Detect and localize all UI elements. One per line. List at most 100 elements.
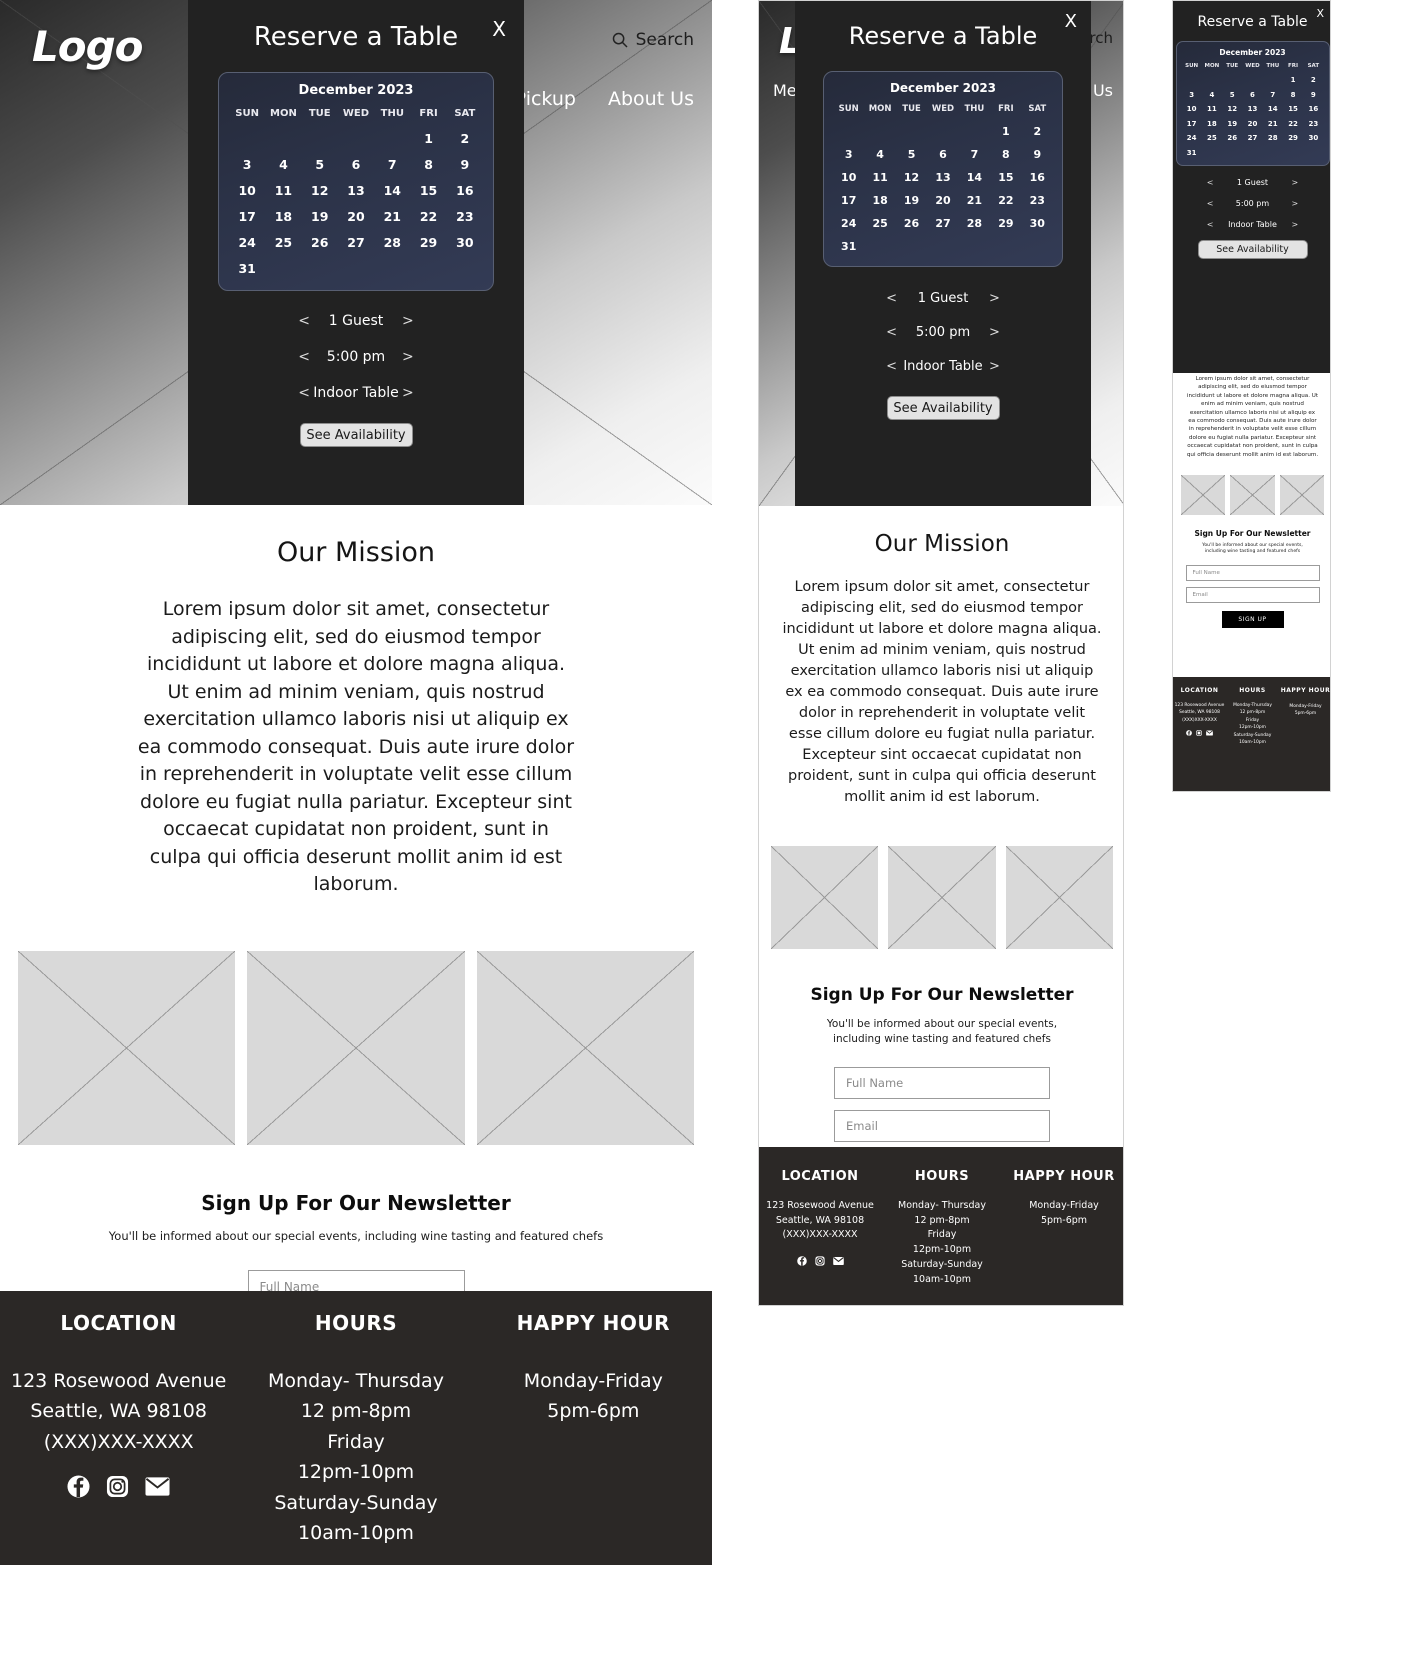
chevron-left-icon-guests[interactable]: <	[298, 313, 310, 329]
calendar-day-19[interactable]: 19	[1222, 120, 1242, 128]
calendar-day-2[interactable]: 2	[1303, 76, 1323, 84]
tablet-instagram-icon[interactable]	[814, 1256, 825, 1266]
chevron-left-icon-time[interactable]: <	[298, 349, 310, 365]
calendar-day-26[interactable]: 26	[302, 235, 338, 250]
calendar-day-22[interactable]: 22	[990, 194, 1021, 207]
calendar-day-17[interactable]: 17	[833, 194, 864, 207]
see-availability-button[interactable]: See Availability	[299, 423, 413, 447]
calendar-day-4[interactable]: 4	[1202, 91, 1222, 99]
chevron-right-icon-guests[interactable]: >	[1292, 178, 1299, 187]
calendar-day-29[interactable]: 29	[990, 217, 1021, 230]
calendar-day-27[interactable]: 27	[338, 235, 374, 250]
calendar-day-8[interactable]: 8	[410, 157, 446, 172]
calendar-day-10[interactable]: 10	[833, 171, 864, 184]
mobile-signup-button[interactable]: SIGN UP	[1221, 610, 1284, 628]
chevron-left-icon-guests[interactable]: <	[1207, 178, 1214, 187]
calendar-day-29[interactable]: 29	[1283, 134, 1303, 142]
calendar-day-24[interactable]: 24	[833, 217, 864, 230]
tablet-see-availability-button[interactable]: See Availability	[886, 396, 1000, 420]
calendar-day-5[interactable]: 5	[896, 148, 927, 161]
mobile-facebook-icon[interactable]	[1186, 730, 1192, 737]
chevron-right-icon-time[interactable]: >	[402, 349, 414, 365]
calendar-day-16[interactable]: 16	[1303, 105, 1323, 113]
chevron-right-icon-time[interactable]: >	[989, 325, 1000, 340]
calendar-day-21[interactable]: 21	[959, 194, 990, 207]
mobile-close-icon[interactable]: X	[1316, 7, 1324, 20]
calendar-day-11[interactable]: 11	[1202, 105, 1222, 113]
calendar-day-18[interactable]: 18	[1202, 120, 1222, 128]
calendar-day-11[interactable]: 11	[265, 183, 301, 198]
calendar-day-20[interactable]: 20	[1242, 120, 1262, 128]
chevron-left-icon-seating[interactable]: <	[886, 359, 897, 374]
calendar-day-21[interactable]: 21	[374, 209, 410, 224]
calendar-day-3[interactable]: 3	[833, 148, 864, 161]
calendar-day-28[interactable]: 28	[1263, 134, 1283, 142]
tablet-full-name-input[interactable]: Full Name	[834, 1066, 1050, 1099]
calendar-day-24[interactable]: 24	[1182, 134, 1202, 142]
calendar-day-14[interactable]: 14	[959, 171, 990, 184]
calendar-day-7[interactable]: 7	[1263, 91, 1283, 99]
calendar-day-15[interactable]: 15	[990, 171, 1021, 184]
calendar-day-21[interactable]: 21	[1263, 120, 1283, 128]
chevron-left-icon-time[interactable]: <	[886, 325, 897, 340]
facebook-icon[interactable]	[67, 1475, 90, 1498]
calendar-day-23[interactable]: 23	[447, 209, 483, 224]
calendar-day-11[interactable]: 11	[864, 171, 895, 184]
tablet-facebook-icon[interactable]	[796, 1256, 807, 1266]
calendar-day-17[interactable]: 17	[229, 209, 265, 224]
calendar-day-10[interactable]: 10	[229, 183, 265, 198]
calendar-day-31[interactable]: 31	[833, 240, 864, 253]
calendar-day-24[interactable]: 24	[229, 235, 265, 250]
calendar-day-2[interactable]: 2	[1022, 125, 1053, 138]
calendar-day-26[interactable]: 26	[1222, 134, 1242, 142]
calendar-day-30[interactable]: 30	[1303, 134, 1323, 142]
calendar-day-12[interactable]: 12	[302, 183, 338, 198]
mobile-see-availability-button[interactable]: See Availability	[1197, 239, 1308, 259]
calendar-day-7[interactable]: 7	[959, 148, 990, 161]
calendar-day-15[interactable]: 15	[1283, 105, 1303, 113]
calendar-day-3[interactable]: 3	[1182, 91, 1202, 99]
calendar-day-14[interactable]: 14	[1263, 105, 1283, 113]
nav-item-about-us[interactable]: About Us	[608, 88, 694, 110]
calendar-day-6[interactable]: 6	[927, 148, 958, 161]
calendar-day-17[interactable]: 17	[1182, 120, 1202, 128]
calendar-day-8[interactable]: 8	[990, 148, 1021, 161]
mobile-email-input[interactable]: Email	[1185, 586, 1320, 603]
calendar-day-7[interactable]: 7	[374, 157, 410, 172]
calendar-day-30[interactable]: 30	[447, 235, 483, 250]
instagram-icon[interactable]	[106, 1475, 129, 1498]
calendar-day-1[interactable]: 1	[1283, 76, 1303, 84]
calendar-day-26[interactable]: 26	[896, 217, 927, 230]
brand-logo[interactable]: Logo	[32, 22, 144, 71]
search-control[interactable]: Search	[612, 30, 694, 50]
calendar-day-27[interactable]: 27	[927, 217, 958, 230]
tablet-email-input[interactable]: Email	[834, 1109, 1050, 1142]
mobile-email-icon[interactable]	[1206, 730, 1213, 737]
calendar-day-25[interactable]: 25	[864, 217, 895, 230]
calendar-day-31[interactable]: 31	[1182, 149, 1202, 157]
calendar-day-13[interactable]: 13	[1242, 105, 1262, 113]
calendar-day-13[interactable]: 13	[927, 171, 958, 184]
chevron-right-icon-seating[interactable]: >	[402, 385, 414, 401]
tablet-close-icon[interactable]: X	[1065, 11, 1077, 32]
chevron-right-icon-time[interactable]: >	[1292, 199, 1299, 208]
chevron-left-icon-guests[interactable]: <	[886, 291, 897, 306]
chevron-right-icon-seating[interactable]: >	[989, 359, 1000, 374]
calendar-day-1[interactable]: 1	[990, 125, 1021, 138]
chevron-right-icon-guests[interactable]: >	[402, 313, 414, 329]
calendar-day-3[interactable]: 3	[229, 157, 265, 172]
chevron-left-icon-seating[interactable]: <	[298, 385, 310, 401]
chevron-left-icon-seating[interactable]: <	[1207, 220, 1214, 229]
calendar-day-12[interactable]: 12	[896, 171, 927, 184]
calendar-day-30[interactable]: 30	[1022, 217, 1053, 230]
calendar-day-22[interactable]: 22	[410, 209, 446, 224]
calendar-day-9[interactable]: 9	[1022, 148, 1053, 161]
calendar-day-20[interactable]: 20	[927, 194, 958, 207]
close-icon[interactable]: X	[492, 17, 506, 41]
calendar-day-1[interactable]: 1	[410, 131, 446, 146]
calendar-day-5[interactable]: 5	[1222, 91, 1242, 99]
calendar-day-18[interactable]: 18	[864, 194, 895, 207]
calendar-day-31[interactable]: 31	[229, 261, 265, 276]
calendar-day-19[interactable]: 19	[302, 209, 338, 224]
calendar-day-9[interactable]: 9	[447, 157, 483, 172]
